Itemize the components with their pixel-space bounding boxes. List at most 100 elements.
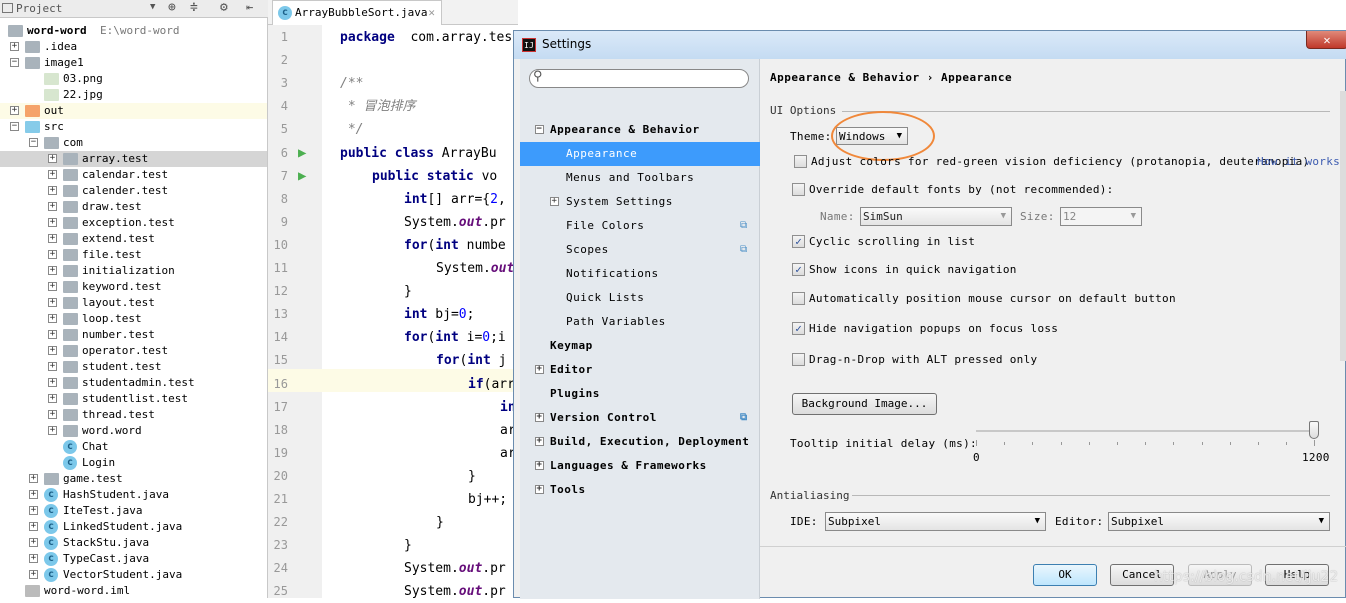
- tree-item[interactable]: − com: [0, 135, 267, 151]
- ok-button[interactable]: OK: [1033, 564, 1097, 586]
- settings-nav-item[interactable]: + Editor: [520, 358, 760, 382]
- settings-nav-item[interactable]: + Version Control ⧉: [520, 406, 760, 430]
- expand-icon[interactable]: +: [48, 170, 57, 179]
- tree-item[interactable]: + c VectorStudent.java: [0, 567, 267, 583]
- expand-icon[interactable]: +: [29, 474, 38, 483]
- tree-item[interactable]: + file.test: [0, 247, 267, 263]
- expand-icon[interactable]: +: [10, 106, 19, 115]
- checkbox[interactable]: ✓: [792, 263, 805, 276]
- tree-item[interactable]: + operator.test: [0, 343, 267, 359]
- tree-item[interactable]: + calendar.test: [0, 167, 267, 183]
- ide-antialiasing-select[interactable]: Subpixel ▼: [825, 512, 1046, 531]
- checkbox[interactable]: ✓: [792, 235, 805, 248]
- settings-nav-item[interactable]: Quick Lists: [520, 286, 760, 310]
- tree-item[interactable]: c Chat: [0, 439, 267, 455]
- tree-item[interactable]: + .idea: [0, 39, 267, 55]
- expand-icon[interactable]: +: [535, 461, 544, 470]
- settings-nav-item[interactable]: Scopes ⧉: [520, 238, 760, 262]
- tree-item[interactable]: + studentlist.test: [0, 391, 267, 407]
- tree-item[interactable]: + layout.test: [0, 295, 267, 311]
- tree-item[interactable]: + calender.test: [0, 183, 267, 199]
- tree-item[interactable]: + c StackStu.java: [0, 535, 267, 551]
- close-tab-icon[interactable]: ✕: [428, 1, 435, 25]
- expand-icon[interactable]: +: [48, 346, 57, 355]
- run-icon[interactable]: ▶: [298, 168, 306, 184]
- settings-nav-item[interactable]: Notifications: [520, 262, 760, 286]
- tree-item[interactable]: + studentadmin.test: [0, 375, 267, 391]
- expand-icon[interactable]: +: [48, 186, 57, 195]
- expand-icon[interactable]: +: [29, 506, 38, 515]
- expand-icon[interactable]: +: [29, 554, 38, 563]
- editor-antialiasing-select[interactable]: Subpixel ▼: [1108, 512, 1330, 531]
- settings-nav-item[interactable]: Path Variables: [520, 310, 760, 334]
- tree-item[interactable]: word-word E:\word-word: [0, 23, 267, 39]
- tree-item[interactable]: + array.test: [0, 151, 267, 167]
- expand-icon[interactable]: +: [29, 522, 38, 531]
- how-it-works-link[interactable]: How it works: [1257, 155, 1340, 168]
- font-size-select[interactable]: 12 ▼: [1060, 207, 1142, 226]
- expand-icon[interactable]: +: [535, 413, 544, 422]
- expand-icon[interactable]: +: [48, 314, 57, 323]
- expand-icon[interactable]: +: [48, 234, 57, 243]
- collapse-icon[interactable]: −: [10, 122, 19, 131]
- tree-item[interactable]: + word.word: [0, 423, 267, 439]
- tree-item[interactable]: + game.test: [0, 471, 267, 487]
- tree-item[interactable]: + c TypeCast.java: [0, 551, 267, 567]
- checkbox[interactable]: ✓: [792, 322, 805, 335]
- tree-item[interactable]: 03.png: [0, 71, 267, 87]
- background-image-button[interactable]: Background Image...: [792, 393, 937, 415]
- checkbox[interactable]: [794, 155, 807, 168]
- expand-icon[interactable]: +: [535, 485, 544, 494]
- tree-item[interactable]: c Login: [0, 455, 267, 471]
- expand-icon[interactable]: +: [29, 490, 38, 499]
- collapse-icon[interactable]: −: [29, 138, 38, 147]
- expand-icon[interactable]: +: [535, 437, 544, 446]
- settings-search-input[interactable]: ⚲: [529, 69, 749, 88]
- tree-item[interactable]: + out: [0, 103, 267, 119]
- tree-item[interactable]: + student.test: [0, 359, 267, 375]
- scrollbar[interactable]: [1340, 91, 1346, 361]
- scroll-from-source-icon[interactable]: ⊕: [168, 0, 176, 15]
- tooltip-delay-slider-track[interactable]: [976, 430, 1316, 432]
- collapse-all-icon[interactable]: ≑: [190, 0, 198, 15]
- settings-nav-item[interactable]: Keymap: [520, 334, 760, 358]
- tooltip-delay-slider-thumb[interactable]: [1309, 421, 1319, 439]
- collapse-icon[interactable]: −: [535, 125, 544, 134]
- tree-item[interactable]: + c HashStudent.java: [0, 487, 267, 503]
- expand-icon[interactable]: +: [550, 197, 559, 206]
- tree-item[interactable]: + initialization: [0, 263, 267, 279]
- expand-icon[interactable]: +: [48, 362, 57, 371]
- expand-icon[interactable]: +: [10, 42, 19, 51]
- tree-item[interactable]: − src: [0, 119, 267, 135]
- close-icon[interactable]: ✕: [1306, 31, 1346, 49]
- tree-item[interactable]: + exception.test: [0, 215, 267, 231]
- expand-icon[interactable]: +: [48, 250, 57, 259]
- tree-item[interactable]: + extend.test: [0, 231, 267, 247]
- expand-icon[interactable]: +: [48, 202, 57, 211]
- expand-icon[interactable]: +: [48, 426, 57, 435]
- tab-arraybubblesort[interactable]: c ArrayBubbleSort.java ✕: [272, 0, 442, 25]
- settings-nav-item[interactable]: + Tools: [520, 478, 760, 502]
- settings-nav-item[interactable]: Appearance: [520, 142, 760, 166]
- settings-nav-item[interactable]: Menus and Toolbars: [520, 166, 760, 190]
- tree-item[interactable]: + loop.test: [0, 311, 267, 327]
- expand-icon[interactable]: +: [29, 538, 38, 547]
- gear-icon[interactable]: ⚙: [220, 0, 228, 15]
- checkbox[interactable]: [792, 353, 805, 366]
- expand-icon[interactable]: +: [535, 365, 544, 374]
- expand-icon[interactable]: +: [48, 394, 57, 403]
- expand-icon[interactable]: +: [48, 410, 57, 419]
- tree-item[interactable]: + thread.test: [0, 407, 267, 423]
- run-icon[interactable]: ▶: [298, 145, 306, 161]
- settings-nav-item[interactable]: + Build, Execution, Deployment: [520, 430, 760, 454]
- settings-nav-item[interactable]: − Appearance & Behavior: [520, 118, 760, 142]
- tree-item[interactable]: 22.jpg: [0, 87, 267, 103]
- expand-icon[interactable]: +: [48, 266, 57, 275]
- view-dropdown-icon[interactable]: ▼: [150, 2, 155, 12]
- tree-item[interactable]: + number.test: [0, 327, 267, 343]
- expand-icon[interactable]: +: [48, 218, 57, 227]
- collapse-icon[interactable]: −: [10, 58, 19, 67]
- expand-icon[interactable]: +: [29, 570, 38, 579]
- settings-nav-item[interactable]: File Colors ⧉: [520, 214, 760, 238]
- expand-icon[interactable]: +: [48, 298, 57, 307]
